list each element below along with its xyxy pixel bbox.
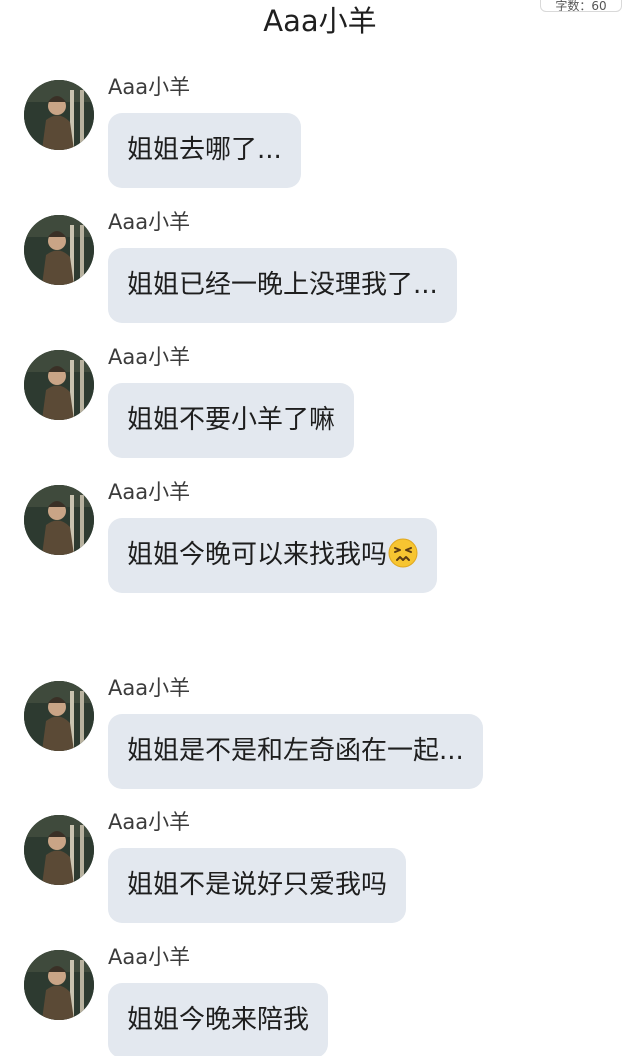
message-text: 姐姐去哪了... bbox=[127, 135, 282, 165]
message-text: 姐姐是不是和左奇函在一起... bbox=[127, 736, 464, 766]
avatar[interactable] bbox=[24, 815, 94, 885]
message-item: Aaa小羊 姐姐是不是和左奇函在一起... bbox=[0, 676, 640, 801]
avatar-image bbox=[24, 80, 94, 150]
message-item: Aaa小羊 姐姐不是说好只爱我吗 bbox=[0, 810, 640, 935]
message-item: Aaa小羊 姐姐不要小羊了嘛 bbox=[0, 345, 640, 470]
message-bubble[interactable]: 姐姐是不是和左奇函在一起... bbox=[108, 714, 483, 789]
message-text: 姐姐已经一晚上没理我了... bbox=[127, 270, 438, 300]
message-bubble[interactable]: 姐姐不是说好只爱我吗 bbox=[108, 848, 407, 923]
sender-name: Aaa小羊 bbox=[108, 345, 191, 369]
chat-title: Aaa小羊 bbox=[263, 4, 377, 38]
message-item: Aaa小羊 姐姐今晚可以来找我吗 bbox=[0, 480, 640, 605]
persevering-face-emoji bbox=[388, 538, 418, 568]
message-bubble[interactable]: 姐姐今晚可以来找我吗 bbox=[108, 518, 438, 593]
avatar-image bbox=[24, 815, 94, 885]
message-bubble[interactable]: 姐姐已经一晚上没理我了... bbox=[108, 248, 457, 323]
message-bubble[interactable]: 姐姐去哪了... bbox=[108, 113, 301, 188]
avatar[interactable] bbox=[24, 681, 94, 751]
avatar[interactable] bbox=[24, 215, 94, 285]
sender-name: Aaa小羊 bbox=[108, 810, 191, 834]
sender-name: Aaa小羊 bbox=[108, 676, 191, 700]
message-text: 姐姐今晚来陪我 bbox=[127, 1005, 310, 1035]
message-item: Aaa小羊 姐姐已经一晚上没理我了... bbox=[0, 210, 640, 335]
message-bubble[interactable]: 姐姐不要小羊了嘛 bbox=[108, 383, 355, 458]
avatar-image bbox=[24, 485, 94, 555]
avatar-image bbox=[24, 681, 94, 751]
avatar[interactable] bbox=[24, 350, 94, 420]
sender-name: Aaa小羊 bbox=[108, 480, 191, 504]
message-bubble[interactable]: 姐姐今晚来陪我 bbox=[108, 983, 329, 1056]
message-item: Aaa小羊 姐姐今晚来陪我 bbox=[0, 945, 640, 1056]
message-text: 姐姐不要小羊了嘛 bbox=[127, 405, 336, 435]
avatar-image bbox=[24, 950, 94, 1020]
sender-name: Aaa小羊 bbox=[108, 210, 191, 234]
avatar-image bbox=[24, 215, 94, 285]
message-item: Aaa小羊 姐姐去哪了... bbox=[0, 75, 640, 200]
message-text: 姐姐不是说好只爱我吗 bbox=[127, 870, 388, 900]
avatar-image bbox=[24, 350, 94, 420]
chat-page: 字数：60 Aaa小羊 Aaa小羊 姐姐去哪了... Aaa小羊 姐姐已经一晚上… bbox=[0, 0, 640, 1056]
avatar[interactable] bbox=[24, 950, 94, 1020]
sender-name: Aaa小羊 bbox=[108, 75, 191, 99]
sender-name: Aaa小羊 bbox=[108, 945, 191, 969]
avatar[interactable] bbox=[24, 80, 94, 150]
message-text: 姐姐今晚可以来找我吗 bbox=[127, 540, 388, 570]
avatar[interactable] bbox=[24, 485, 94, 555]
